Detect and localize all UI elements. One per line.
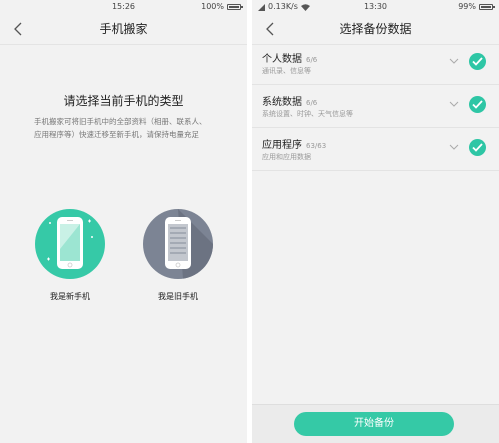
battery-percent: 100%: [201, 2, 224, 11]
chevron-down-icon[interactable]: [449, 143, 459, 151]
item-count: 63/63: [306, 142, 327, 150]
item-count: 6/6: [306, 56, 318, 64]
list-item-personal-data[interactable]: 个人数据 6/6 通讯录、信息等: [252, 42, 499, 85]
status-right: 100%: [201, 0, 243, 14]
new-phone-option[interactable]: 我是新手机: [34, 209, 106, 302]
status-right: 99%: [458, 0, 495, 14]
battery-percent: 99%: [458, 2, 476, 11]
status-bar: 15:26 100%: [0, 0, 247, 14]
bottom-bar: 开始备份: [252, 404, 499, 443]
chevron-down-icon[interactable]: [449, 57, 459, 65]
status-bar: 0.13K/s 13:30 99%: [252, 0, 499, 14]
checkbox-checked-icon[interactable]: [469, 53, 486, 70]
list-item-applications[interactable]: 应用程序 63/63 应用和应用数据: [252, 128, 499, 171]
page-title: 选择备份数据: [339, 22, 412, 36]
battery-icon: [479, 4, 495, 10]
item-subtitle: 系统设置、时钟、天气信息等: [262, 110, 353, 118]
page-title: 手机搬家: [99, 22, 148, 36]
chevron-down-icon[interactable]: [449, 100, 459, 108]
battery-icon: [227, 4, 243, 10]
phone-transfer-screen: 15:26 100% 手机搬家 请选择当前手机的类型 手机搬家可将旧手机中的全部…: [0, 0, 247, 443]
list-item-system-data[interactable]: 系统数据 6/6 系统设置、时钟、天气信息等: [252, 85, 499, 128]
checkbox-checked-icon[interactable]: [469, 96, 486, 113]
item-title: 个人数据 6/6: [262, 54, 318, 65]
old-phone-option[interactable]: 我是旧手机: [142, 209, 214, 302]
title-bar: 选择备份数据: [252, 14, 499, 45]
select-backup-screen: 0.13K/s 13:30 99% 选择备份数据 个人数据 6/6 通讯录、信息等…: [252, 0, 499, 443]
old-phone-icon: [143, 209, 213, 279]
item-title: 应用程序 63/63: [262, 140, 327, 151]
item-subtitle: 应用和应用数据: [262, 153, 311, 161]
start-backup-button[interactable]: 开始备份: [294, 412, 454, 436]
item-subtitle: 通讯录、信息等: [262, 67, 311, 75]
item-count: 6/6: [306, 99, 318, 107]
description: 手机搬家可将旧手机中的全部资料（相册、联系人、应用程序等）快速迁移至新手机，请保…: [34, 117, 207, 139]
title-bar: 手机搬家: [0, 14, 247, 45]
new-phone-icon: [35, 209, 105, 279]
new-phone-label: 我是新手机: [50, 292, 90, 301]
old-phone-label: 我是旧手机: [158, 292, 198, 301]
checkbox-checked-icon[interactable]: [469, 139, 486, 156]
heading: 请选择当前手机的类型: [63, 94, 184, 108]
item-title: 系统数据 6/6: [262, 97, 318, 108]
